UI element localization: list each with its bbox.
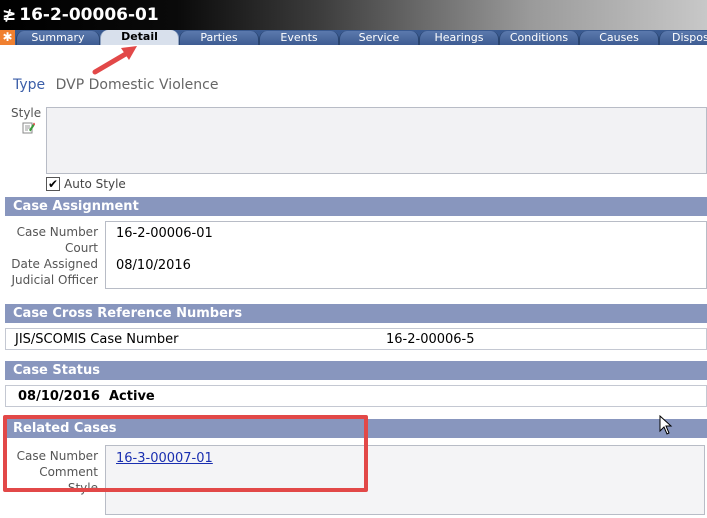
tab-events[interactable]: Events [259,31,339,45]
related-style-label: Style [67,481,98,495]
case-type-row: Type DVP Domestic Violence [13,77,218,93]
auto-style-label: Auto Style [64,177,126,191]
tab-causes[interactable]: Causes [579,31,659,45]
mouse-cursor-icon [659,415,673,435]
tab-hearings[interactable]: Hearings [419,31,499,45]
related-cases-header: Related Cases [5,419,707,438]
case-status-row: 08/10/2016 Active [5,385,707,407]
style-textarea[interactable] [46,107,707,174]
annotation-arrow-icon [92,46,137,75]
case-tab-icon: ≱ [2,5,17,25]
related-case-number-label: Case Number [16,449,98,463]
case-number-label: Case Number [16,225,98,239]
type-label: Type [13,77,46,93]
cross-reference-label: JIS/SCOMIS Case Number [15,332,179,347]
style-label: Style [11,106,42,120]
asterisk-icon[interactable]: ✱ [0,30,15,45]
tab-parties[interactable]: Parties [179,31,259,45]
case-number-value: 16-2-00006-01 [116,226,213,241]
tab-service[interactable]: Service [339,31,419,45]
judicial-officer-label: Judicial Officer [11,273,99,287]
cross-reference-value: 16-2-00006-5 [386,332,475,347]
case-assignment-header: Case Assignment [5,197,707,216]
date-assigned-label: Date Assigned [11,257,98,271]
type-value: DVP Domestic Violence [55,77,219,93]
edit-pencil-icon[interactable] [22,121,35,134]
auto-style-checkbox[interactable]: ✔ [46,177,60,191]
case-status-value: Active [109,389,155,404]
case-status-date: 08/10/2016 [18,389,100,404]
case-assignment-values: 16-2-00006-01 08/10/2016 [105,221,707,289]
date-assigned-value: 08/10/2016 [116,258,191,273]
court-label: Court [65,241,98,255]
cross-reference-header: Case Cross Reference Numbers [5,304,707,323]
tab-conditions[interactable]: Conditions [499,31,579,45]
case-status-header: Case Status [5,361,707,380]
related-comment-label: Comment [39,465,98,479]
tab-dispositions[interactable]: Dispositions [659,31,707,45]
auto-style-row: ✔ Auto Style [46,177,126,191]
related-cases-values: 16-3-00007-01 [105,445,705,515]
cross-reference-row: JIS/SCOMIS Case Number 16-2-00006-5 [5,328,707,350]
window-title: 16-2-00006-01 [19,5,159,25]
related-case-link[interactable]: 16-3-00007-01 [116,451,213,466]
window-title-bar: ≱ 16-2-00006-01 [0,0,707,30]
